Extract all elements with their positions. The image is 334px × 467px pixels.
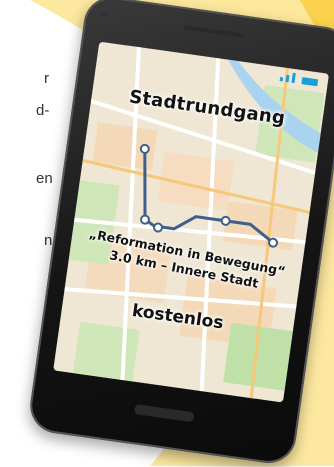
signal-icon [279, 77, 284, 82]
left-text-fragment-1: r [44, 70, 49, 87]
signal-icon-bar [285, 74, 290, 83]
left-text-fragment-3: en [36, 170, 53, 187]
home-button[interactable] [133, 404, 195, 423]
left-text-fragment-4: n [44, 232, 53, 249]
camera-icon [100, 11, 108, 19]
speaker-grille [183, 25, 244, 38]
signal-icon-bar [291, 72, 296, 84]
phone-screen: Stadtrundgang „Reformation in Bewegung“ … [53, 41, 330, 403]
left-text-fragment-2: d- [36, 102, 50, 119]
